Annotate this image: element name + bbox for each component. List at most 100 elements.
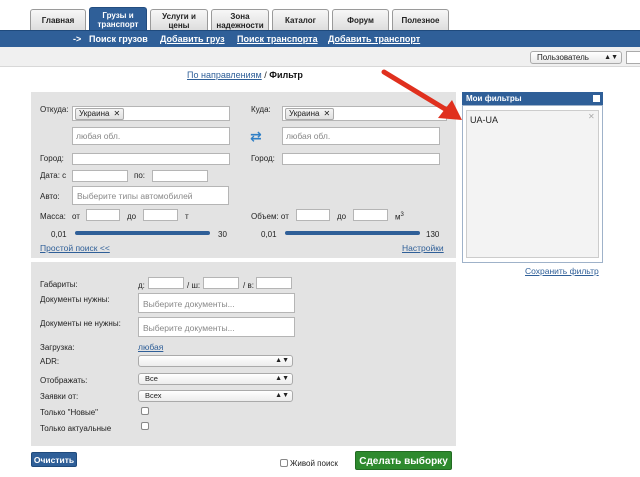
to-label: Куда:	[251, 105, 271, 114]
my-filters-title: Мои фильтры	[466, 94, 522, 103]
docs-required-label: Документы нужны:	[40, 295, 110, 304]
requests-select[interactable]: Всех ▲▼	[138, 390, 293, 402]
to-country-chip[interactable]: Украина ✕	[285, 108, 335, 120]
to-chip-label: Украина	[289, 109, 320, 118]
remove-chip-icon[interactable]: ✕	[113, 109, 120, 118]
dim-height-label: / в:	[243, 281, 254, 290]
loading-any-link[interactable]: любая	[138, 342, 163, 352]
subnav-add-cargo[interactable]: Добавить груз	[160, 34, 225, 44]
sub-navigation: -> Поиск грузов Добавить груз Поиск тран…	[0, 30, 640, 47]
dim-width-input[interactable]	[203, 277, 239, 289]
auto-label: Авто:	[40, 192, 60, 201]
remove-chip-icon[interactable]: ✕	[323, 109, 330, 118]
requests-label: Заявки от:	[40, 392, 79, 401]
dim-length-input[interactable]	[148, 277, 184, 289]
subnav-search-transport[interactable]: Поиск транспорта	[237, 34, 318, 44]
header-search-input[interactable]	[626, 51, 640, 64]
date-to-input[interactable]	[152, 170, 208, 182]
subnav-add-transport[interactable]: Добавить транспорт	[328, 34, 420, 44]
user-bar: Пользователь ▲▼	[0, 47, 640, 67]
my-filters-header: Мои фильтры	[462, 92, 603, 105]
mass-to-label: до	[127, 212, 137, 221]
save-filter-link[interactable]: Сохранить фильтр	[525, 266, 599, 276]
loading-label: Загрузка:	[40, 343, 75, 352]
only-new-label: Только "Новые"	[40, 408, 98, 417]
mass-from-label: от	[72, 212, 80, 221]
requests-select-value: Всех	[145, 391, 162, 400]
tab-home[interactable]: Главная	[30, 9, 86, 31]
docs-not-required-label: Документы не нужны:	[40, 319, 121, 328]
city-from-label: Город:	[40, 154, 64, 163]
volume-to-label: до	[337, 212, 347, 221]
mass-slider[interactable]	[75, 231, 210, 235]
docs-required-placeholder: Выберите документы...	[143, 299, 235, 309]
volume-slider[interactable]	[285, 231, 420, 235]
select-arrows-icon: ▲▼	[275, 392, 289, 399]
minimize-icon[interactable]	[593, 95, 600, 102]
display-select-value: Все	[145, 374, 158, 383]
live-search-label: Живой поиск	[290, 459, 338, 468]
adr-select[interactable]: ▲▼	[138, 355, 293, 367]
tab-cargo-transport[interactable]: Грузы и транспорт	[89, 7, 147, 31]
clear-button[interactable]: Очистить	[31, 452, 77, 467]
mass-to-input[interactable]	[143, 209, 178, 221]
adr-label: ADR:	[40, 357, 60, 366]
to-region-placeholder: любая обл.	[286, 131, 331, 141]
volume-max-value: 130	[426, 230, 440, 239]
city-to-label: Город:	[251, 154, 275, 163]
swap-directions-icon[interactable]: ⇄	[250, 128, 262, 145]
delete-filter-icon[interactable]: ✕	[588, 113, 595, 121]
dim-length-label: д:	[138, 281, 145, 290]
mass-label: Масса:	[40, 212, 66, 221]
dims-label: Габариты:	[40, 280, 78, 289]
apply-selection-button[interactable]: Сделать выборку	[355, 451, 452, 470]
from-chip-label: Украина	[79, 109, 110, 118]
volume-to-input[interactable]	[353, 209, 388, 221]
date-from-input[interactable]	[72, 170, 128, 182]
subnav-search-cargo[interactable]: Поиск грузов	[89, 34, 148, 44]
docs-not-required-placeholder: Выберите документы...	[143, 323, 235, 333]
breadcrumb: По направлениям / Фильтр	[187, 70, 303, 80]
display-select[interactable]: Все ▲▼	[138, 373, 293, 385]
filter-item-label: UA-UA	[470, 115, 499, 125]
dim-width-label: / ш:	[187, 281, 201, 290]
select-arrows-icon: ▲▼	[275, 357, 289, 364]
display-label: Отображать:	[40, 376, 88, 385]
annotation-arrow-icon	[381, 69, 462, 120]
mass-from-input[interactable]	[86, 209, 120, 221]
city-to-input[interactable]	[282, 153, 440, 165]
dim-height-input[interactable]	[256, 277, 292, 289]
simple-search-link[interactable]: Простой поиск <<	[40, 243, 110, 253]
panel-divider	[31, 258, 456, 262]
date-to-label: по:	[134, 171, 146, 180]
tab-reliability-zone[interactable]: Зона надежности	[211, 9, 269, 31]
volume-from-input[interactable]	[296, 209, 330, 221]
user-select[interactable]: Пользователь ▲▼	[530, 51, 622, 64]
settings-link[interactable]: Настройки	[402, 243, 444, 253]
select-arrows-icon: ▲▼	[604, 54, 618, 61]
select-arrows-icon: ▲▼	[275, 375, 289, 382]
only-actual-checkbox[interactable]	[141, 422, 149, 430]
date-from-label: Дата: с	[40, 171, 67, 180]
volume-unit: м3	[395, 212, 404, 222]
breadcrumb-by-directions[interactable]: По направлениям	[187, 70, 262, 80]
tab-forum[interactable]: Форум	[332, 9, 389, 31]
breadcrumb-current: Фильтр	[269, 70, 303, 80]
current-arrow: ->	[73, 34, 82, 44]
main-tabs: Главная Грузы и транспорт Услуги и цены …	[0, 0, 640, 31]
mass-unit: т	[185, 212, 189, 221]
auto-types-placeholder: Выберите типы автомобилей	[77, 191, 193, 201]
city-from-input[interactable]	[72, 153, 230, 165]
tab-catalog[interactable]: Каталог	[272, 9, 329, 31]
live-search-checkbox[interactable]	[280, 459, 288, 467]
from-region-placeholder: любая обл.	[76, 131, 121, 141]
volume-label: Объем: от	[251, 212, 289, 221]
from-country-chip[interactable]: Украина ✕	[75, 108, 125, 120]
user-select-value: Пользователь	[537, 53, 589, 62]
filter-item[interactable]: UA-UA ✕	[466, 110, 599, 258]
tab-services-prices[interactable]: Услуги и цены	[150, 9, 208, 31]
tab-useful[interactable]: Полезное	[392, 9, 449, 31]
breadcrumb-separator: /	[264, 70, 267, 80]
only-new-checkbox[interactable]	[141, 407, 149, 415]
volume-min-value: 0,01	[261, 230, 277, 239]
